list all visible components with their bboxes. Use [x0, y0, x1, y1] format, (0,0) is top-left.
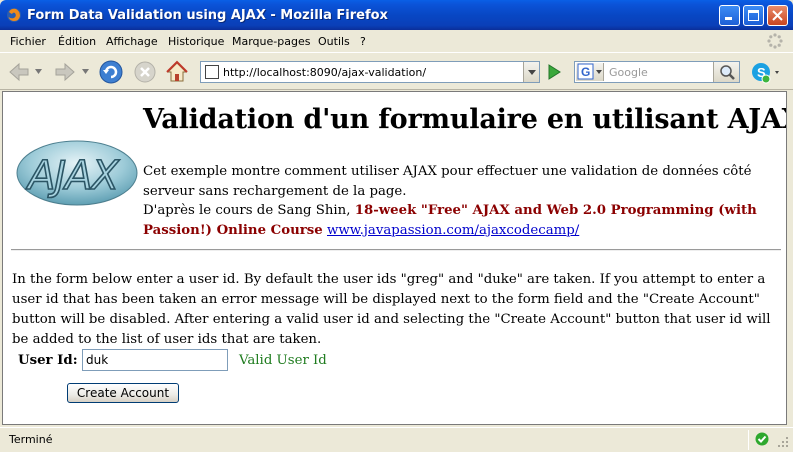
resize-grip-icon[interactable]: [777, 436, 789, 448]
svg-text:AJAX: AJAX: [25, 153, 121, 199]
status-bar: Terminé: [0, 427, 793, 452]
magnifier-icon: [720, 65, 735, 80]
page-favicon-icon: [205, 65, 219, 79]
stop-icon: [134, 61, 156, 83]
ajax-logo: AJAX: [16, 140, 138, 206]
description-paragraph: In the form below enter a user id. By de…: [12, 272, 771, 347]
user-id-label: User Id:: [18, 353, 78, 368]
content-border: [787, 91, 793, 425]
status-divider: [748, 430, 749, 450]
address-history-dropdown[interactable]: [523, 62, 539, 82]
throbber-icon: [767, 33, 783, 49]
firefox-icon: [7, 8, 21, 22]
search-placeholder: Google: [609, 66, 648, 79]
back-history-dropdown-icon[interactable]: [35, 69, 42, 74]
menu-outils[interactable]: Outils: [318, 35, 350, 48]
menu-affichage[interactable]: Affichage: [106, 35, 158, 48]
check-icon[interactable]: [755, 432, 769, 446]
navigation-toolbar: http://localhost:8090/ajax-validation/ G…: [0, 52, 793, 90]
menu-edition[interactable]: Édition: [58, 35, 96, 48]
close-icon: [772, 10, 783, 21]
maximize-icon: [748, 10, 759, 21]
go-button[interactable]: [543, 61, 565, 83]
menu-fichier[interactable]: Fichier: [10, 35, 46, 48]
create-account-button[interactable]: Create Account: [67, 383, 179, 403]
chevron-down-icon: [528, 70, 536, 75]
address-text[interactable]: http://localhost:8090/ajax-validation/: [223, 66, 426, 79]
intro-text: Cet exemple montre comment utiliser AJAX…: [143, 164, 752, 199]
minimize-button[interactable]: [719, 5, 740, 26]
address-bar[interactable]: http://localhost:8090/ajax-validation/: [200, 61, 540, 83]
close-button[interactable]: [767, 5, 788, 26]
home-button[interactable]: [164, 59, 190, 85]
horizontal-rule: [11, 249, 781, 251]
validation-message: Valid User Id: [239, 353, 327, 368]
forward-history-dropdown-icon[interactable]: [82, 69, 89, 74]
stop-button[interactable]: [132, 59, 158, 85]
window-title: Form Data Validation using AJAX - Mozill…: [27, 8, 388, 23]
back-button[interactable]: [6, 59, 32, 85]
reload-icon: [99, 60, 123, 84]
window-titlebar: Form Data Validation using AJAX - Mozill…: [0, 0, 793, 30]
home-icon: [166, 60, 188, 82]
reload-button[interactable]: [98, 59, 124, 85]
search-engine-selector[interactable]: G: [576, 63, 604, 81]
menu-help[interactable]: ?: [360, 35, 366, 48]
user-id-input[interactable]: [82, 349, 228, 371]
status-text: Terminé: [9, 433, 53, 446]
menu-marque-pages[interactable]: Marque-pages: [232, 35, 310, 48]
credit-text: D'après le cours de Sang Shin,: [143, 203, 355, 218]
search-go-button[interactable]: [713, 62, 739, 82]
course-link[interactable]: www.javapassion.com/ajaxcodecamp/: [327, 223, 579, 238]
search-box[interactable]: G Google: [574, 61, 740, 83]
minimize-icon: [725, 17, 732, 20]
page-content: AJAX Validation d'un formulaire en utili…: [2, 91, 787, 425]
google-icon: G: [577, 63, 602, 80]
svg-text:G: G: [581, 65, 590, 79]
skype-addon-icon[interactable]: S: [750, 61, 780, 85]
page-heading: Validation d'un formulaire en utilisant …: [143, 104, 787, 135]
go-arrow-icon: [548, 64, 561, 80]
forward-arrow-icon: [55, 62, 75, 82]
forward-button[interactable]: [52, 59, 78, 85]
maximize-button[interactable]: [743, 5, 764, 26]
menu-historique[interactable]: Historique: [168, 35, 224, 48]
back-arrow-icon: [9, 62, 29, 82]
intro-paragraph: Cet exemple montre comment utiliser AJAX…: [143, 162, 773, 240]
menu-bar: Fichier Édition Affichage Historique Mar…: [0, 30, 793, 52]
